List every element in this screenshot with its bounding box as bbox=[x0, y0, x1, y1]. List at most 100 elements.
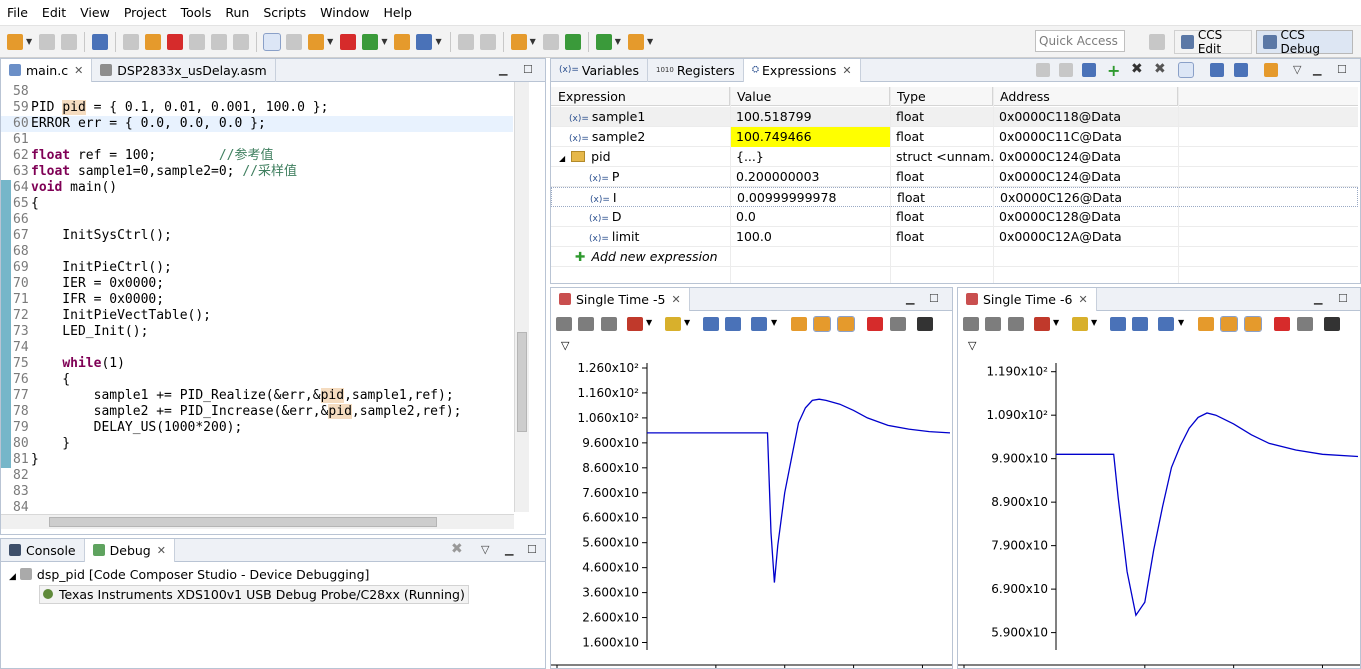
refresh-icon[interactable] bbox=[1178, 62, 1194, 78]
code-line[interactable]: 63 float sample1=0,sample2=0; //采样值 bbox=[1, 164, 513, 180]
code-line[interactable]: 68 bbox=[1, 244, 513, 260]
series-line[interactable] bbox=[1056, 412, 1359, 617]
expression-row[interactable]: ◢ pid {...} struct <unnam... 0x0000C124@Data bbox=[551, 147, 1358, 167]
terminal-icon[interactable] bbox=[92, 33, 109, 50]
zoom-out-icon[interactable] bbox=[725, 317, 741, 331]
code-line[interactable]: 60 ERROR err = { 0.0, 0.0, 0.0 }; bbox=[1, 116, 513, 132]
zoom-in-icon[interactable] bbox=[703, 317, 719, 331]
reset-icon[interactable] bbox=[286, 33, 303, 50]
run-external-icon[interactable] bbox=[627, 33, 644, 50]
terminate-icon[interactable] bbox=[167, 33, 184, 50]
remove-all-icon[interactable]: ✖ bbox=[1154, 61, 1166, 77]
collapse-icon[interactable] bbox=[1082, 63, 1096, 77]
code-line[interactable]: 69 InitPieCtrl(); bbox=[1, 260, 513, 276]
forward-icon[interactable] bbox=[479, 33, 496, 50]
column-header-address[interactable]: Address bbox=[993, 87, 1178, 106]
properties-icon[interactable] bbox=[1297, 317, 1313, 331]
maximize-icon[interactable]: ☐ bbox=[1338, 292, 1348, 305]
stop-icon[interactable] bbox=[1274, 317, 1290, 331]
back-icon[interactable] bbox=[457, 33, 474, 50]
new-window-icon[interactable] bbox=[1210, 63, 1224, 77]
line-chart[interactable]: 1.190x10² 1.090x10² 9.900x10 8.900x10 7.900x… bbox=[958, 357, 1360, 668]
code-line[interactable]: 82 bbox=[1, 468, 513, 484]
line-chart[interactable]: 1.260x10² 1.160x10² 1.060x10² 9.600x10 8.600… bbox=[551, 357, 952, 668]
add-icon[interactable]: + bbox=[1107, 61, 1120, 80]
zoom-fit-icon[interactable] bbox=[751, 317, 767, 331]
properties-icon[interactable] bbox=[890, 317, 906, 331]
perspective-ccs-debug[interactable]: CCS Debug bbox=[1256, 28, 1353, 56]
remove-all-terminated-icon[interactable]: ✖ bbox=[451, 541, 463, 557]
maximize-icon[interactable]: ☐ bbox=[527, 543, 537, 556]
step-return-icon[interactable] bbox=[233, 33, 250, 50]
measure-icon[interactable] bbox=[1008, 317, 1024, 331]
expression-row[interactable]: (x)= sample1 100.518799 float 0x0000C118@Dat… bbox=[551, 107, 1358, 127]
menu-project[interactable]: Project bbox=[117, 0, 174, 26]
continuous-refresh-icon[interactable] bbox=[813, 316, 831, 332]
close-icon[interactable]: ✕ bbox=[671, 293, 680, 306]
code-line[interactable]: 77 sample1 += PID_Realize(&err,&pid,samp… bbox=[1, 388, 513, 404]
editor-horizontal-scrollbar[interactable] bbox=[1, 514, 514, 529]
build-icon[interactable] bbox=[394, 33, 411, 50]
tab-variables[interactable]: (x)= Variables bbox=[551, 59, 649, 82]
tab-main-c[interactable]: main.c ✕ bbox=[1, 59, 93, 82]
hammer-icon[interactable] bbox=[510, 33, 527, 50]
menu-tools[interactable]: Tools bbox=[174, 0, 219, 26]
chevron-down-icon[interactable]: ▼ bbox=[684, 318, 690, 327]
column-header-value[interactable]: Value bbox=[730, 87, 890, 106]
code-line[interactable]: 58 bbox=[1, 84, 513, 100]
minimize-icon[interactable]: ▁ bbox=[499, 63, 507, 76]
code-line[interactable]: 64 void main() bbox=[1, 180, 513, 196]
menu-window[interactable]: Window bbox=[313, 0, 376, 26]
cursor-icon[interactable] bbox=[578, 317, 594, 331]
code-line[interactable]: 67 InitSysCtrl(); bbox=[1, 228, 513, 244]
zoom-out-icon[interactable] bbox=[1132, 317, 1148, 331]
code-line[interactable]: 65{ bbox=[1, 196, 513, 212]
debug-target-row[interactable]: Texas Instruments XDS100v1 USB Debug Pro… bbox=[39, 585, 469, 604]
refresh-icon[interactable] bbox=[791, 317, 807, 331]
chevron-down-icon[interactable]: ▼ bbox=[435, 37, 441, 46]
collapse-arrow-icon[interactable]: ◢ bbox=[9, 572, 16, 582]
close-icon[interactable]: ✕ bbox=[74, 64, 83, 77]
binoculars-icon[interactable] bbox=[917, 317, 933, 331]
chevron-down-icon[interactable]: ▼ bbox=[530, 37, 536, 46]
code-line[interactable]: 78 sample2 += PID_Increase(&err,&pid,sam… bbox=[1, 404, 513, 420]
maximize-icon[interactable]: ☐ bbox=[1337, 63, 1347, 76]
step-over-icon[interactable] bbox=[211, 33, 228, 50]
maximize-icon[interactable]: ☐ bbox=[523, 63, 533, 76]
close-icon[interactable]: ✕ bbox=[842, 64, 851, 77]
select-all-icon[interactable] bbox=[1059, 63, 1073, 77]
debug-icon[interactable] bbox=[416, 33, 433, 50]
marker-icon[interactable] bbox=[627, 317, 643, 331]
chevron-down-icon[interactable]: ▼ bbox=[646, 318, 652, 327]
expression-row[interactable]: (x)= D 0.0 float 0x0000C128@Data bbox=[551, 207, 1358, 227]
sync-icon[interactable] bbox=[1264, 63, 1278, 77]
minimize-icon[interactable]: ▁ bbox=[1314, 292, 1322, 305]
binoculars-icon[interactable] bbox=[1324, 317, 1340, 331]
chevron-down-icon[interactable]: ▼ bbox=[771, 318, 777, 327]
code-line[interactable]: 62 float ref = 100; //参考值 bbox=[1, 148, 513, 164]
view-menu-icon[interactable]: ▽ bbox=[968, 339, 976, 352]
instruction-step-icon[interactable] bbox=[263, 32, 282, 51]
series-line[interactable] bbox=[647, 398, 951, 583]
tab-console[interactable]: Console bbox=[1, 539, 85, 562]
tab-registers[interactable]: 1010 Registers bbox=[648, 59, 744, 82]
breakpoint-icon[interactable] bbox=[340, 33, 357, 50]
tab-usdelay-asm[interactable]: DSP2833x_usDelay.asm bbox=[92, 59, 276, 82]
code-line[interactable]: 61 bbox=[1, 132, 513, 148]
code-line[interactable]: 66 bbox=[1, 212, 513, 228]
menu-file[interactable]: File bbox=[0, 0, 35, 26]
save-icon[interactable] bbox=[39, 33, 56, 50]
align-icon[interactable] bbox=[556, 317, 572, 331]
code-line[interactable]: 74 bbox=[1, 340, 513, 356]
bug-icon[interactable] bbox=[595, 33, 612, 50]
tab-single-time-6[interactable]: Single Time -6 ✕ bbox=[958, 288, 1097, 311]
star-icon[interactable] bbox=[1072, 317, 1088, 331]
close-icon[interactable]: ✕ bbox=[1078, 293, 1087, 306]
chevron-down-icon[interactable]: ▼ bbox=[26, 37, 32, 46]
chevron-down-icon[interactable]: ▼ bbox=[327, 37, 333, 46]
new-icon[interactable] bbox=[7, 33, 23, 50]
expression-row[interactable]: (x)= P 0.200000003 float 0x0000C124@Data bbox=[551, 167, 1358, 187]
chevron-down-icon[interactable]: ▼ bbox=[647, 37, 653, 46]
star-icon[interactable] bbox=[665, 317, 681, 331]
expression-row[interactable]: (x)= I 0.00999999978 float 0x0000C126@Data bbox=[551, 187, 1358, 207]
